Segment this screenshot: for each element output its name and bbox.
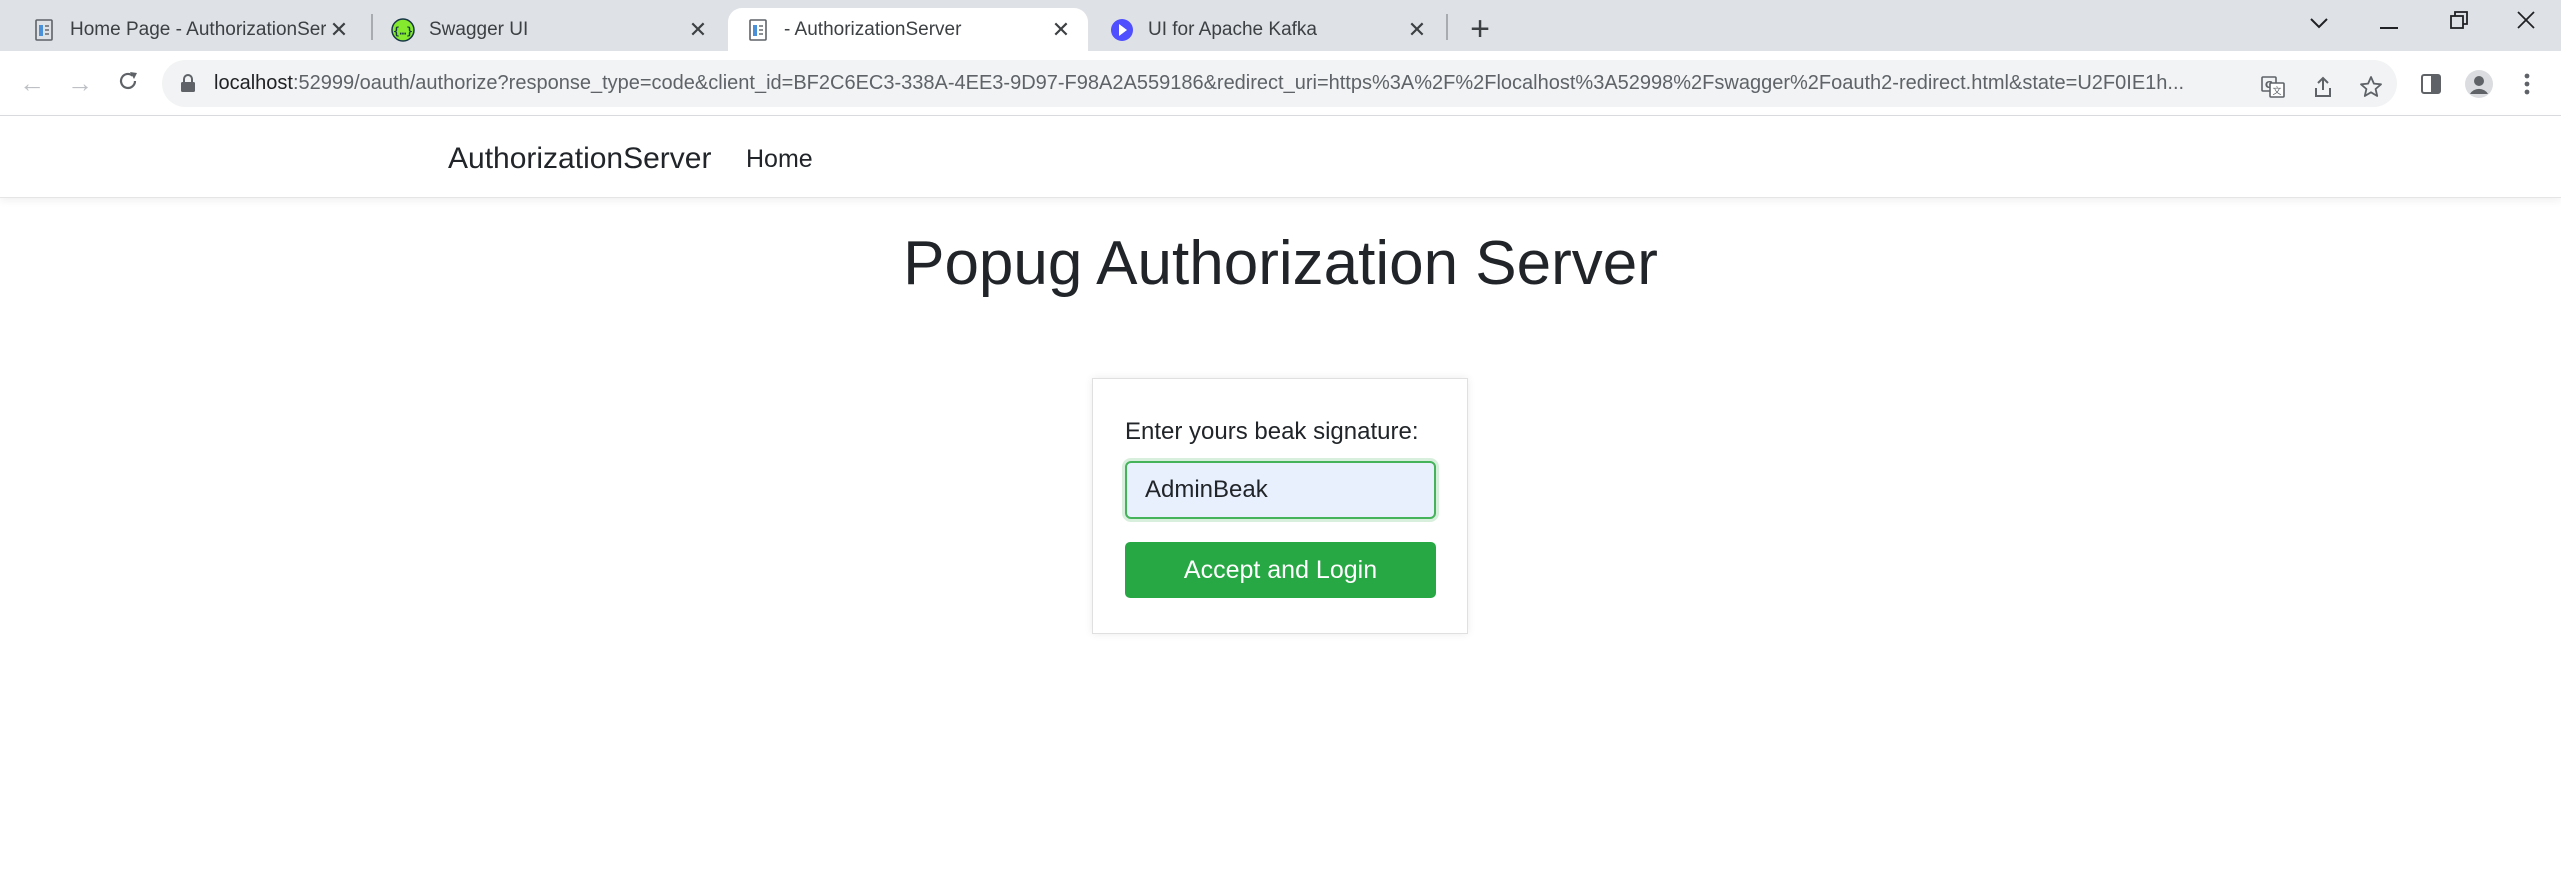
- accept-login-button[interactable]: Accept and Login: [1125, 542, 1436, 598]
- signature-input[interactable]: [1125, 461, 1436, 519]
- chevron-down-icon: [2309, 8, 2329, 36]
- site-navbar: [0, 116, 2561, 198]
- reload-icon: [117, 68, 139, 99]
- tab-separator: [1446, 14, 1448, 40]
- close-icon[interactable]: ✕: [1048, 17, 1074, 43]
- tab-authorization-server[interactable]: - AuthorizationServer ✕: [728, 8, 1088, 51]
- kafka-ui-icon: [1110, 18, 1134, 42]
- svg-text:文: 文: [2272, 85, 2281, 97]
- tab-search-button[interactable]: [2284, 0, 2354, 44]
- tab-title: UI for Apache Kafka: [1148, 18, 1317, 40]
- new-tab-button[interactable]: +: [1462, 9, 1498, 48]
- page-title: Popug Authorization Server: [903, 229, 1658, 298]
- nav-link-home[interactable]: Home: [746, 145, 813, 174]
- tab-title: Home Page - AuthorizationServer: [70, 18, 326, 40]
- tab-title: Swagger UI: [429, 18, 529, 40]
- side-panel-icon[interactable]: [2414, 67, 2448, 101]
- lock-icon[interactable]: [180, 73, 200, 95]
- svg-text:{…}: {…}: [393, 24, 413, 37]
- reload-button[interactable]: [110, 65, 146, 101]
- tab-swagger-ui[interactable]: {…} Swagger UI ✕: [373, 8, 725, 51]
- close-icon[interactable]: ✕: [326, 17, 352, 43]
- tab-title: - AuthorizationServer: [784, 18, 962, 40]
- swagger-icon: {…}: [391, 17, 415, 42]
- restore-button[interactable]: [2424, 0, 2494, 44]
- url-text: localhost:52999/oauth/authorize?response…: [214, 72, 2397, 95]
- url-host: localhost: [214, 72, 293, 94]
- address-bar[interactable]: localhost:52999/oauth/authorize?response…: [162, 60, 2397, 107]
- tab-home-page[interactable]: Home Page - AuthorizationServer ✕: [14, 8, 366, 51]
- tab-kafka-ui[interactable]: UI for Apache Kafka ✕: [1092, 8, 1444, 51]
- minimize-icon: [2380, 8, 2398, 36]
- forward-button[interactable]: →: [62, 65, 98, 101]
- close-window-button[interactable]: [2491, 0, 2561, 44]
- share-icon[interactable]: [2308, 72, 2338, 102]
- url-path: :52999/oauth/authorize?response_type=cod…: [292, 72, 2185, 94]
- arrow-right-icon: →: [67, 67, 93, 98]
- menu-kebab-icon[interactable]: [2510, 67, 2544, 101]
- close-icon: [2517, 8, 2535, 36]
- browser-tab-strip: Home Page - AuthorizationServer ✕ {…} Sw…: [0, 0, 2561, 51]
- navbar-brand[interactable]: AuthorizationServer: [448, 142, 711, 176]
- browser-toolbar: ← → localhost:52999/oauth/authorize?resp…: [0, 51, 2561, 116]
- restore-icon: [2450, 8, 2468, 36]
- plus-icon: +: [1470, 9, 1490, 48]
- close-icon[interactable]: ✕: [1404, 17, 1430, 43]
- star-icon[interactable]: [2356, 72, 2386, 102]
- translate-icon[interactable]: G文: [2258, 72, 2288, 102]
- profile-avatar[interactable]: [2462, 67, 2496, 101]
- signature-label: Enter yours beak signature:: [1125, 418, 1419, 445]
- arrow-left-icon: ←: [19, 67, 45, 98]
- document-icon: [746, 18, 770, 42]
- document-icon: [32, 18, 56, 42]
- close-icon[interactable]: ✕: [685, 17, 711, 43]
- back-button[interactable]: ←: [14, 65, 50, 101]
- minimize-button[interactable]: [2354, 0, 2424, 44]
